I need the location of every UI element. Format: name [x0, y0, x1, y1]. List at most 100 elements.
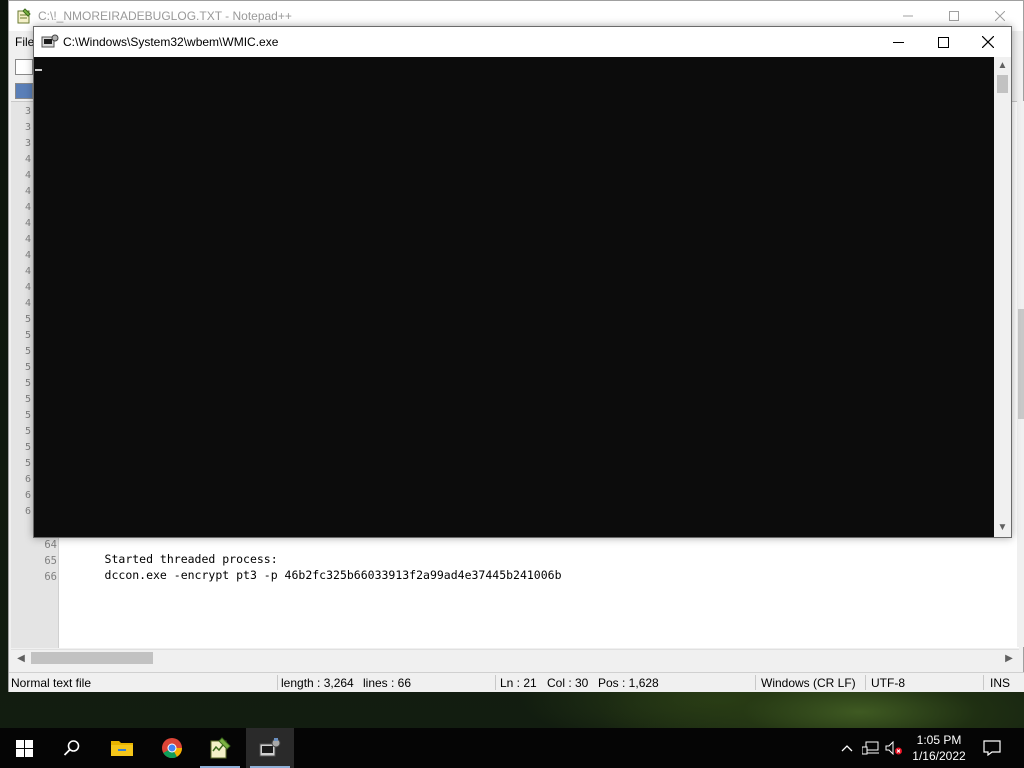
editor-horizontal-scrollbar[interactable]: ◀ ▶: [11, 649, 1019, 667]
taskbar-wmic-console[interactable]: [246, 728, 294, 768]
line-number-fragment: 4: [25, 234, 32, 245]
notepad-plus-plus-icon: [17, 8, 31, 24]
status-bar: Normal text file length : 3,264 lines : …: [9, 672, 1024, 692]
console-vertical-scrollbar[interactable]: ▲ ▼: [994, 57, 1011, 537]
network-tray-button[interactable]: [861, 728, 881, 768]
close-icon: [995, 11, 1005, 21]
clock-time: 1:05 PM: [916, 733, 962, 747]
line-number: 66: [44, 571, 57, 583]
line-number-fragment: 4: [25, 250, 32, 261]
line-number-fragment: 4: [25, 154, 32, 165]
menu-item-file[interactable]: File: [15, 35, 34, 49]
console-title-bar[interactable]: C:\Windows\System32\wbem\WMIC.exe: [34, 27, 1011, 57]
status-insert-mode: INS: [990, 676, 1011, 690]
status-divider: [865, 675, 866, 690]
new-file-icon[interactable]: [15, 59, 33, 75]
volume-muted-icon: [885, 741, 902, 755]
line-number-fragment: 5: [25, 426, 32, 437]
line-number: 64: [44, 539, 57, 551]
line-number-fragment: 5: [25, 378, 32, 389]
line-number-fragment: 6: [25, 474, 32, 485]
line-number-fragment: 6: [25, 506, 32, 517]
scroll-up-icon[interactable]: ▲: [994, 57, 1011, 74]
status-divider: [983, 675, 984, 690]
volume-tray-button[interactable]: [884, 728, 904, 768]
notepad-plus-plus-icon: [210, 737, 231, 759]
status-divider: [277, 675, 278, 690]
line-number-fragment: 5: [25, 458, 32, 469]
minimize-icon: [903, 15, 913, 17]
console-minimize-button[interactable]: [875, 27, 921, 57]
status-file-type: Normal text file: [11, 676, 92, 690]
editor-line: 66: [44, 570, 105, 612]
line-number-fragment: 4: [25, 202, 32, 213]
console-close-button[interactable]: [965, 27, 1011, 57]
console-window-title: C:\Windows\System32\wbem\WMIC.exe: [63, 35, 279, 49]
wmic-console-icon: [259, 738, 281, 757]
search-icon: [63, 740, 80, 756]
line-number-fragment: 3: [25, 122, 32, 133]
status-divider: [755, 675, 756, 690]
status-divider: [495, 675, 496, 690]
editor-vertical-scrollbar[interactable]: [1017, 101, 1024, 647]
scroll-left-icon[interactable]: ◀: [13, 651, 29, 667]
taskbar-notepad-plus-plus[interactable]: [196, 728, 244, 768]
status-length: length : 3,264: [281, 676, 354, 690]
taskbar-chrome[interactable]: [148, 728, 196, 768]
maximize-icon: [949, 11, 959, 21]
console-scroll-thumb[interactable]: [997, 75, 1008, 93]
console-output-area[interactable]: [34, 57, 994, 537]
editor-vertical-scroll-thumb[interactable]: [1018, 309, 1024, 419]
line-number-fragment: 5: [25, 410, 32, 421]
status-lines: lines : 66: [363, 676, 412, 690]
line-number-fragment: 6: [25, 490, 32, 501]
status-col: Col : 30: [547, 676, 589, 690]
chrome-icon: [162, 738, 183, 759]
line-number-fragment: 4: [25, 186, 32, 197]
minimize-icon: [892, 41, 904, 43]
line-number-fragment: 4: [25, 298, 32, 309]
status-ln: Ln : 21: [500, 676, 537, 690]
file-explorer-icon: [111, 741, 133, 756]
start-icon: [15, 739, 33, 757]
notification-icon: [983, 740, 1001, 756]
status-pos: Pos : 1,628: [598, 676, 659, 690]
line-number-fragment: 5: [25, 330, 32, 341]
save-icon[interactable]: [15, 83, 33, 99]
maximize-icon: [937, 36, 949, 48]
text-cursor: [35, 69, 42, 71]
line-number-fragment: 4: [25, 266, 32, 277]
wmic-console-window: C:\Windows\System32\wbem\WMIC.exe ▲ ▼: [33, 26, 1012, 538]
console-maximize-button[interactable]: [920, 27, 966, 57]
line-text: dccon.exe -encrypt pt3 -p 46b2fc325b6603…: [104, 568, 562, 582]
network-icon: [862, 741, 879, 755]
editor-line: 65 dccon.exe -encrypt pt3 -p 46b2fc325b66…: [44, 554, 562, 596]
start-button[interactable]: [0, 728, 48, 768]
line-number-fragment: 3: [25, 106, 32, 117]
line-number-fragment: 4: [25, 218, 32, 229]
close-icon: [982, 36, 994, 48]
show-hidden-icons-button[interactable]: [838, 728, 856, 768]
scroll-down-icon[interactable]: ▼: [994, 519, 1011, 536]
status-eol: Windows (CR LF): [761, 676, 856, 690]
console-app-icon: [41, 34, 59, 48]
line-number-fragment: 5: [25, 394, 32, 405]
taskbar-file-explorer[interactable]: [98, 728, 146, 768]
line-number-fragment: 4: [25, 170, 32, 181]
line-number: 65: [44, 555, 57, 567]
line-number-fragment: 5: [25, 314, 32, 325]
clock-date: 1/16/2022: [912, 749, 966, 763]
scroll-right-icon[interactable]: ▶: [1001, 651, 1017, 667]
action-center-button[interactable]: [978, 728, 1006, 768]
taskbar: 1:05 PM 1/16/2022: [0, 728, 1024, 768]
line-number-fragment: 3: [25, 138, 32, 149]
notepad-window-title: C:\!_NMOREIRADEBUGLOG.TXT - Notepad++: [38, 9, 292, 23]
line-number-fragment: 5: [25, 346, 32, 357]
line-number-fragment: 4: [25, 282, 32, 293]
chevron-up-icon: [841, 745, 853, 752]
search-button[interactable]: [48, 728, 96, 768]
editor-horizontal-scroll-thumb[interactable]: [31, 652, 153, 664]
status-encoding: UTF-8: [871, 676, 905, 690]
line-number-fragment: 5: [25, 362, 32, 373]
taskbar-clock[interactable]: 1:05 PM 1/16/2022: [902, 732, 976, 764]
